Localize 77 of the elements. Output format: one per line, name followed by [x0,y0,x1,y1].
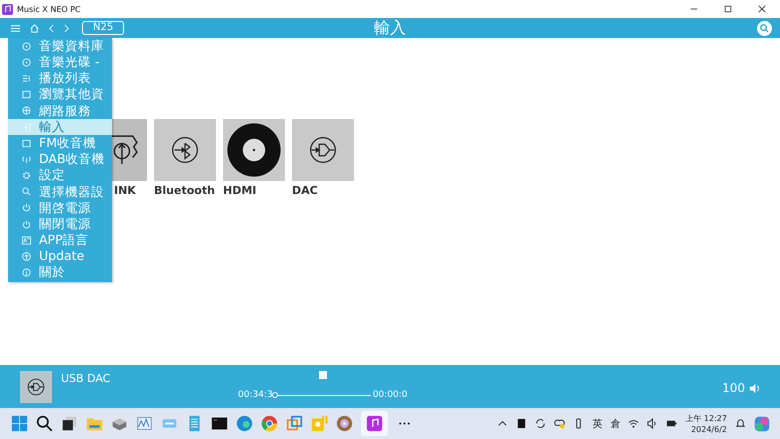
info-icon [22,268,31,278]
browser-icon[interactable] [236,415,253,432]
music-app-button[interactable] [361,411,388,436]
volume-level: 100 [722,381,745,395]
menu-item[interactable]: FM收音機 [8,135,112,152]
menu-item[interactable]: 瀏覽其他資 [8,86,112,103]
input-label: INK [114,184,137,197]
menu-item[interactable]: 音樂資料庫 [8,38,112,54]
forward-icon[interactable] [63,22,70,34]
remaining-time: 00:00:0 [372,390,408,400]
input-icon [22,122,31,132]
task-view-icon[interactable] [61,415,78,432]
browser-icon[interactable] [261,415,278,432]
window-title: Music X NEO PC [17,4,81,14]
menu-item[interactable]: 選擇機器設 [8,184,112,200]
device-button[interactable]: N25 [82,21,124,35]
power-icon [22,203,31,212]
menu-item[interactable]: 開啓電源 [8,200,112,216]
vinyl-record-icon [226,122,282,178]
input-label: HDMI [223,184,258,197]
tablet-icon[interactable] [516,418,528,429]
music-app-icon [366,415,383,432]
disc-icon[interactable] [336,415,353,432]
window-icon [22,90,31,100]
back-icon[interactable] [48,22,55,34]
wifi-icon[interactable] [628,418,640,429]
colorful-app-icon[interactable] [754,416,770,432]
chart-icon[interactable] [136,415,153,432]
stop-icon[interactable] [318,371,327,379]
squares-icon[interactable] [286,415,303,432]
menu-item[interactable]: 音樂光碟 - [8,54,112,70]
page-title: 輸入 [374,18,406,38]
lang-icon [22,236,31,245]
input-tile[interactable] [154,119,216,181]
power-icon [22,220,31,229]
source-name: USB DAC [61,372,110,385]
battery-icon[interactable] [666,418,678,429]
progress-slider[interactable] [274,392,371,398]
cd-icon [22,58,31,67]
search-icon[interactable] [36,415,53,432]
terminal-icon[interactable] [211,415,228,432]
maximize-icon[interactable] [724,5,732,13]
input-tile[interactable] [292,119,354,181]
clock-time[interactable]: 上午 12:27 [685,412,727,424]
menu-item[interactable]: DAB收音機 [8,151,112,168]
close-icon[interactable] [758,5,766,13]
search-icon [22,187,31,196]
menu-item[interactable]: 網路服務 [8,102,112,119]
cloud-warning-icon[interactable] [554,418,566,429]
menu-item[interactable]: 設定 [8,168,112,184]
home-icon[interactable] [29,22,40,34]
start-icon[interactable] [11,415,28,432]
update-icon [22,252,31,262]
menu-item[interactable]: 關閉電源 [8,216,112,232]
input-label: Bluetooth [154,184,216,197]
menu-item[interactable]: 關於 [8,264,112,281]
gear-icon [22,171,31,180]
input-label: DAC [292,184,319,197]
speaker-icon[interactable] [749,382,760,394]
menu-item[interactable]: 輸入 [8,118,112,136]
input-tile[interactable] [223,119,285,181]
menu-item[interactable]: APP語言 [8,232,112,248]
sync-icon[interactable] [535,418,546,429]
input-method-indicator[interactable]: 英 [592,416,602,430]
bell-icon[interactable] [735,418,746,429]
clock-date[interactable]: 2024/6/2 [691,424,727,434]
menu-icon[interactable] [10,22,21,34]
elapsed-time: 00:34:3 [238,390,273,400]
globe-icon [22,106,31,116]
volume-icon[interactable] [647,418,658,429]
menu-item[interactable]: Update [8,248,112,265]
input-method-indicator[interactable]: 倉 [610,416,620,430]
list-icon [22,74,31,83]
progress-thumb[interactable] [272,392,278,398]
disc-icon [22,42,31,51]
antenna-icon [22,154,31,164]
menu-item[interactable]: 播放列表 [8,70,112,87]
